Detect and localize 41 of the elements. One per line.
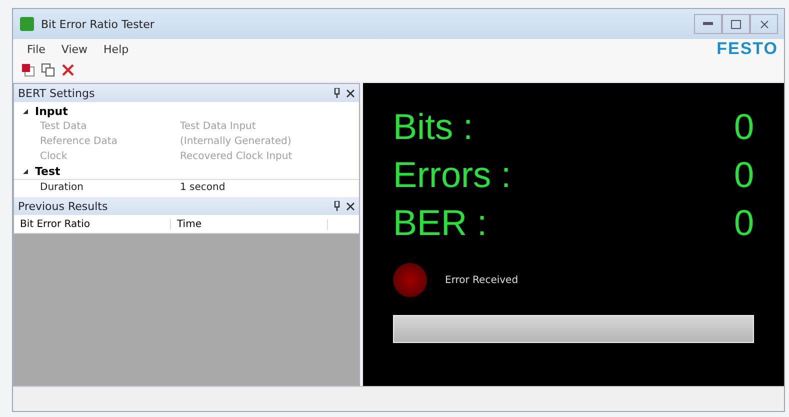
close-button[interactable] [750,14,778,34]
delete-icon[interactable] [61,63,75,77]
pin-icon[interactable] [334,88,340,98]
indicator-label: Error Received [445,274,518,286]
minimize-button[interactable] [694,14,722,34]
readout-label: Bits : [393,105,474,149]
collapse-icon[interactable] [22,108,29,115]
maximize-button[interactable] [722,14,750,34]
readout-label: Errors : [393,153,512,197]
readout-value: 0 [734,153,754,197]
collapse-icon[interactable] [22,168,29,175]
category-label: Input [35,105,68,118]
close-icon[interactable] [346,88,355,98]
app-icon [19,16,35,32]
category-label: Test [35,165,60,178]
maximize-icon [731,20,741,28]
logo: FESTO [716,39,778,59]
column-header[interactable]: Bit Error Ratio [14,218,171,230]
property-name: Clock [40,151,68,162]
property-name: Test Data [40,121,88,132]
pin-icon[interactable] [334,201,340,211]
copy-icon[interactable] [41,63,55,77]
window-title: Bit Error Ratio Tester [41,18,156,30]
readout-value: 0 [734,201,754,245]
property-name: Duration [40,182,84,193]
column-header[interactable]: Time [171,218,328,230]
readout-label: BER : [393,201,488,245]
panel-title: BERT Settings [18,86,95,100]
menu-item[interactable]: View [53,42,96,56]
document-icon[interactable] [21,63,35,77]
menu-item[interactable]: Help [96,42,137,56]
property-value[interactable]: 1 second [180,182,359,193]
close-icon[interactable] [346,202,355,210]
menu-item[interactable]: File [19,42,54,56]
category-row[interactable]: Test [14,164,359,179]
property-name: Reference Data [40,136,118,147]
readout-value: 0 [734,105,754,149]
panel-title: Previous Results [18,200,108,212]
category-row[interactable]: Input [14,104,359,119]
close-icon [760,20,768,28]
minimize-icon [703,22,713,26]
